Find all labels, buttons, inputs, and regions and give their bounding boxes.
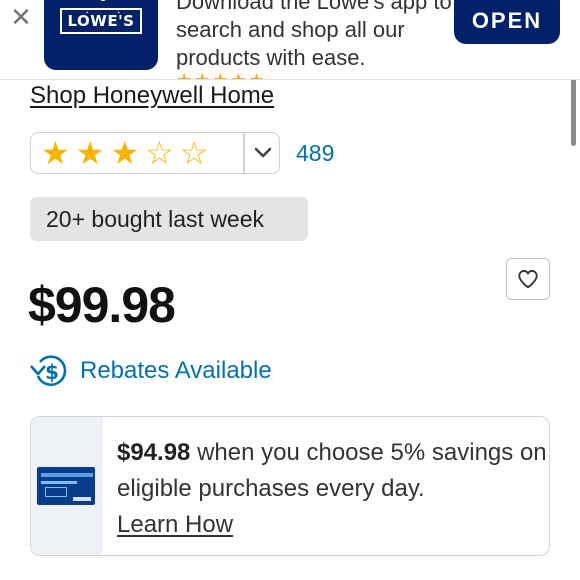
review-count-link[interactable]: 489 bbox=[296, 140, 334, 167]
star-filled-icon: ★ bbox=[41, 135, 70, 171]
savings-amount: $94.98 bbox=[117, 439, 191, 466]
favorite-button[interactable] bbox=[506, 258, 550, 300]
star-filled-icon: ★ bbox=[75, 135, 105, 171]
brand-link[interactable]: Shop Honeywell Home bbox=[30, 82, 274, 110]
star-empty-icon: ☆ bbox=[179, 135, 209, 171]
bought-last-week-badge: 20+ bought last week bbox=[30, 197, 308, 241]
rebate-dollar-icon: $ bbox=[30, 355, 67, 386]
rebates-label: Rebates Available bbox=[80, 357, 272, 384]
card-image-panel bbox=[31, 417, 103, 555]
heart-icon bbox=[518, 270, 538, 289]
star-empty-icon: ☆ bbox=[145, 135, 174, 171]
credit-card-icon bbox=[37, 467, 95, 505]
svg-text:$: $ bbox=[45, 360, 59, 384]
open-app-button[interactable]: OPEN bbox=[454, 0, 560, 44]
lowes-logo-text: LOWE'S bbox=[60, 8, 142, 34]
rating-stars: ★ ★ ★ ☆ ☆ bbox=[41, 137, 208, 169]
savings-card: $94.98 when you choose 5% savings on eli… bbox=[30, 416, 550, 556]
rating-divider bbox=[243, 133, 245, 173]
rebates-link[interactable]: $ Rebates Available bbox=[28, 352, 272, 390]
product-price: $99.98 bbox=[28, 277, 176, 333]
rating-dropdown[interactable]: ★ ★ ★ ☆ ☆ bbox=[30, 132, 280, 174]
banner-message: Download the Lowe's app to search and sh… bbox=[176, 0, 452, 70]
savings-text: $94.98 when you choose 5% savings on eli… bbox=[117, 435, 547, 543]
learn-how-link[interactable]: Learn How bbox=[117, 511, 233, 538]
lowes-logo: LOWE'S bbox=[44, 0, 158, 70]
close-icon[interactable]: ✕ bbox=[8, 4, 34, 30]
app-download-banner: ✕ LOWE'S Download the Lowe's app to sear… bbox=[0, 0, 580, 80]
chevron-down-icon[interactable] bbox=[253, 142, 273, 162]
banner-rating-stars: ★★★★★ bbox=[176, 70, 267, 80]
star-filled-icon: ★ bbox=[110, 135, 140, 171]
